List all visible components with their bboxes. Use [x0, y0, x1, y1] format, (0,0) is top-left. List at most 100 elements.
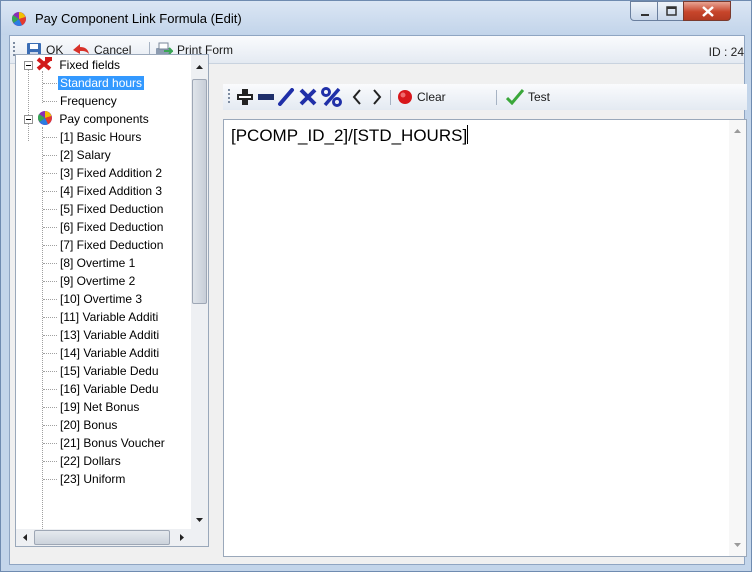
tree-group-pay-components[interactable]: Pay components: [36, 110, 151, 128]
clear-button[interactable]: Clear: [397, 88, 446, 106]
tree-item-pay-component[interactable]: [19] Net Bonus: [58, 398, 141, 416]
tree-item-pay-component[interactable]: [7] Fixed Deduction: [58, 236, 165, 254]
tree-item-pay-component[interactable]: [6] Fixed Deduction: [58, 218, 165, 236]
formula-editor[interactable]: [PCOMP_ID_2]/[STD_HOURS]: [223, 119, 747, 557]
open-paren-icon[interactable]: [351, 88, 363, 106]
field-tree[interactable]: Fixed fields Standard hours Frequency Pa…: [15, 54, 209, 547]
subtract-operator-icon[interactable]: [257, 88, 275, 106]
app-window: Pay Component Link Formula (Edit) OK Can…: [0, 0, 752, 572]
tree-connector: [43, 101, 57, 102]
tree-item-label: [16] Variable Dedu: [60, 382, 159, 396]
tree-vertical-thumb[interactable]: [192, 79, 207, 304]
collapse-fixed-fields[interactable]: [24, 61, 33, 70]
tree-connector: [43, 335, 57, 336]
maximize-button[interactable]: [657, 1, 684, 21]
close-icon: [702, 6, 714, 17]
tree-connector: [43, 209, 57, 210]
tree-item-label: [6] Fixed Deduction: [60, 220, 164, 234]
tree-connector: [43, 191, 57, 192]
tree-item-pay-component[interactable]: [22] Dollars: [58, 452, 123, 470]
scroll-up-icon[interactable]: [729, 122, 746, 139]
tree-item-label: [15] Variable Dedu: [60, 364, 159, 378]
maximize-icon: [666, 6, 677, 16]
percent-operator-icon[interactable]: [321, 87, 343, 107]
tree-connector: [43, 299, 57, 300]
stop-red-icon: [398, 90, 412, 104]
close-paren-icon[interactable]: [371, 88, 383, 106]
tree-connector: [43, 389, 57, 390]
editor-vertical-scrollbar[interactable]: [729, 120, 746, 556]
tree-vertical-scrollbar[interactable]: [191, 55, 208, 529]
tree-group-fixed-fields[interactable]: Fixed fields: [36, 56, 122, 74]
close-button[interactable]: [683, 1, 731, 21]
tree-item-pay-component[interactable]: [21] Bonus Voucher: [58, 434, 167, 452]
tree-item-label: [21] Bonus Voucher: [60, 436, 165, 450]
tree-item-frequency[interactable]: Frequency: [58, 92, 119, 110]
tree-item-label: [11] Variable Additi: [60, 310, 159, 324]
tree-item-pay-component[interactable]: [4] Fixed Addition 3: [58, 182, 164, 200]
test-button[interactable]: Test: [506, 88, 550, 106]
tree-connector: [43, 443, 57, 444]
tree-item-pay-component[interactable]: [3] Fixed Addition 2: [58, 164, 164, 182]
multiply-operator-icon[interactable]: [299, 88, 317, 106]
checkmark-icon: [506, 89, 524, 105]
scroll-left-icon[interactable]: [16, 529, 33, 546]
tree-item-label: [20] Bonus: [60, 418, 118, 432]
pay-components-icon: [37, 111, 52, 125]
tree-item-pay-component[interactable]: [20] Bonus: [58, 416, 119, 434]
scroll-down-icon[interactable]: [191, 512, 208, 529]
tree-item-pay-component[interactable]: [15] Variable Dedu: [58, 362, 161, 380]
tree-connector: [28, 69, 29, 141]
scroll-right-icon[interactable]: [174, 529, 191, 546]
tree-connector: [43, 155, 57, 156]
tree-item-pay-component[interactable]: [8] Overtime 1: [58, 254, 137, 272]
tree-horizontal-thumb[interactable]: [34, 530, 170, 545]
tree-item-label: Frequency: [60, 94, 117, 108]
collapse-pay-components[interactable]: [24, 115, 33, 124]
tree-connector: [43, 281, 57, 282]
scroll-down-icon[interactable]: [729, 537, 746, 554]
tree-item-pay-component[interactable]: [10] Overtime 3: [58, 290, 144, 308]
formula-toolbar: Clear Test: [223, 84, 747, 110]
tree-connector: [43, 479, 57, 480]
divide-operator-icon[interactable]: [277, 88, 295, 106]
tree-connector: [42, 127, 43, 529]
toolbar-grip[interactable]: [228, 89, 230, 104]
tree-item-pay-component[interactable]: [13] Variable Additi: [58, 326, 161, 344]
tree-connector: [43, 461, 57, 462]
tree-connector: [43, 245, 57, 246]
tree-connector: [43, 173, 57, 174]
tree-item-label: [10] Overtime 3: [60, 292, 143, 306]
add-operator-icon[interactable]: [236, 88, 254, 106]
tree-item-standard-hours[interactable]: Standard hours: [58, 74, 145, 92]
tree-connector: [43, 137, 57, 138]
tree-item-pay-component[interactable]: [11] Variable Additi: [58, 308, 160, 326]
tree-connector: [43, 227, 57, 228]
minimize-icon: [641, 14, 649, 16]
tree-connector: [43, 371, 57, 372]
title-bar: Pay Component Link Formula (Edit): [1, 1, 751, 35]
tree-item-label: [1] Basic Hours: [60, 130, 142, 144]
tree-connector: [43, 407, 57, 408]
tree-item-pay-component[interactable]: [14] Variable Additi: [58, 344, 161, 362]
tree-item-label: [2] Salary: [60, 148, 111, 162]
tree-item-pay-component[interactable]: [2] Salary: [58, 146, 113, 164]
tree-item-pay-component[interactable]: [1] Basic Hours: [58, 128, 143, 146]
tree-item-pay-component[interactable]: [23] Uniform: [58, 470, 127, 488]
minimize-button[interactable]: [630, 1, 658, 21]
toolbar-separator: [496, 90, 497, 105]
clear-label: Clear: [417, 90, 446, 104]
tree-item-label: [4] Fixed Addition 3: [60, 184, 163, 198]
scroll-up-icon[interactable]: [191, 58, 208, 75]
tree-connector: [43, 83, 57, 84]
tree-item-pay-component[interactable]: [5] Fixed Deduction: [58, 200, 165, 218]
tree-item-label: [8] Overtime 1: [60, 256, 136, 270]
tree-item-label: [14] Variable Additi: [60, 346, 160, 360]
tree-item-label: [9] Overtime 2: [60, 274, 136, 288]
tree-group-label: Pay components: [59, 112, 149, 126]
tree-item-pay-component[interactable]: [9] Overtime 2: [58, 272, 137, 290]
tree-connector: [42, 71, 43, 103]
toolbar-separator: [390, 90, 391, 105]
tree-horizontal-scrollbar[interactable]: [16, 529, 208, 546]
tree-item-pay-component[interactable]: [16] Variable Dedu: [58, 380, 161, 398]
